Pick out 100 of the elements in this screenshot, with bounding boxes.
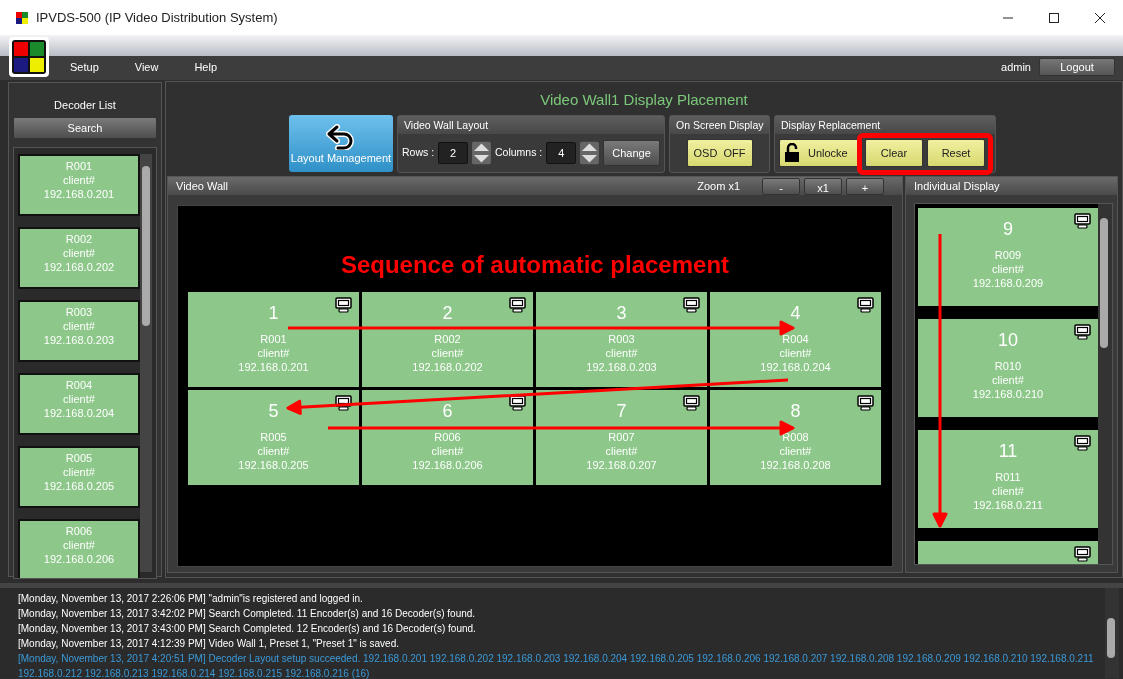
- display-cell[interactable]: 11 R011 client# 192.168.0.211: [918, 430, 1098, 528]
- undo-icon: [326, 124, 356, 151]
- osd-button[interactable]: OSD OFF: [686, 139, 753, 167]
- display-label: client#: [256, 346, 291, 360]
- menu-item[interactable]: Help: [194, 58, 218, 76]
- monitor-icon: [335, 297, 352, 313]
- app-icon: [16, 11, 28, 24]
- menu-item[interactable]: Setup: [70, 58, 99, 76]
- change-button[interactable]: Change: [603, 140, 660, 166]
- monitor-icon: [1074, 324, 1091, 340]
- scrollbar[interactable]: [1105, 588, 1119, 678]
- decoder-name: R004: [64, 378, 94, 392]
- display-address: 192.168.0.210: [971, 387, 1045, 401]
- display-name: R011: [994, 470, 1022, 484]
- display-number: 5: [268, 400, 279, 422]
- logout-button[interactable]: Logout: [1039, 58, 1115, 76]
- field-label: Columns :: [495, 145, 543, 161]
- display-name: R010: [993, 359, 1023, 373]
- decoder-label: client#: [62, 246, 96, 260]
- display-label: client#: [778, 346, 813, 360]
- display-number: 6: [442, 400, 453, 422]
- decoder-name: R003: [64, 305, 94, 319]
- decoder-label: client#: [62, 538, 96, 552]
- zoom-button[interactable]: +: [846, 177, 884, 195]
- display-number: 3: [616, 302, 627, 324]
- monitor-icon: [1074, 435, 1091, 451]
- display-cell[interactable]: 4 R004 client# 192.168.0.204: [710, 292, 881, 387]
- zoom-button[interactable]: -: [762, 177, 800, 195]
- display-address: 192.168.0.201: [237, 360, 310, 374]
- display-label: client#: [991, 484, 1025, 498]
- zoom-button[interactable]: x1: [804, 177, 842, 195]
- menu-item[interactable]: View: [134, 58, 159, 76]
- layout-management-button[interactable]: Layout Management: [289, 115, 393, 172]
- panel-title: Video Wall: [176, 179, 228, 194]
- log-line: [Monday, November 13, 2017 2:26:06 PM] "admin"is registered and logged in.: [18, 592, 364, 606]
- display-address: 192.168.0.203: [585, 360, 658, 374]
- display-address: 192.168.0.208: [759, 458, 832, 472]
- display-number: 1: [268, 302, 279, 324]
- annotation-text: Sequence of automatic placement: [339, 250, 731, 280]
- logo-icon: [9, 37, 49, 77]
- search-button[interactable]: Search: [13, 117, 157, 139]
- spinner-icon[interactable]: [580, 141, 600, 165]
- decoder-item[interactable]: R002 client# 192.168.0.202: [18, 227, 140, 289]
- display-number: 8: [790, 400, 801, 422]
- close-icon: [1094, 12, 1106, 25]
- display-cell[interactable]: 1 R001 client# 192.168.0.201: [188, 292, 359, 387]
- display-address: 192.168.0.202: [411, 360, 484, 374]
- spinner-icon[interactable]: [472, 141, 491, 165]
- decoder-address: 192.168.0.203: [42, 333, 116, 347]
- display-cell[interactable]: 8 R008 client# 192.168.0.208: [710, 390, 881, 485]
- decoder-item[interactable]: R003 client# 192.168.0.203: [18, 300, 140, 362]
- display-number: 11: [998, 440, 1018, 462]
- log-line: [Monday, November 13, 2017 4:20:51 PM] Decoder Layout setup succeeded. 192.168.0.201 192.168.0.202 192.168.0.203 192.168.0.204 192.168.0.205 192.168.0.206 192.168.0.207 192.168.0.208 192.168.0.209 192.168.0.210 192.168.0.211 192.168.0.212 192.168.0.213 192.168.0.214 192.168.0.215 192.168.0.216 (16): [18, 652, 1095, 679]
- monitor-icon: [857, 297, 874, 313]
- log-line: [Monday, November 13, 2017 4:12:39 PM] Video Wall 1, Preset 1, "Preset 1" is saved.: [18, 637, 400, 651]
- decoder-name: R001: [64, 159, 94, 173]
- decoder-item[interactable]: R001 client# 192.168.0.201: [18, 154, 140, 216]
- decoder-label: client#: [62, 319, 96, 333]
- display-cell[interactable]: 3 R003 client# 192.168.0.203: [536, 292, 707, 387]
- display-cell[interactable]: 5 R005 client# 192.168.0.205: [188, 390, 359, 485]
- display-address: 192.168.0.205: [237, 458, 310, 472]
- decoder-address: 192.168.0.206: [42, 552, 116, 566]
- display-cell[interactable]: 10 R010 client# 192.168.0.210: [918, 319, 1098, 417]
- display-label: client#: [256, 444, 291, 458]
- scrollbar[interactable]: [1098, 204, 1112, 564]
- window-title: IPVDS-500 (IP Video Distribution System): [36, 8, 278, 27]
- display-cell[interactable]: 6 R006 client# 192.168.0.206: [362, 390, 533, 485]
- group-title: On Screen Display: [670, 116, 769, 134]
- display-label: client#: [430, 444, 465, 458]
- display-label: client#: [778, 444, 813, 458]
- reset-button[interactable]: Reset: [927, 139, 985, 167]
- display-cell[interactable]: 2 R002 client# 192.168.0.202: [362, 292, 533, 387]
- display-address: 192.168.0.204: [759, 360, 832, 374]
- clear-button[interactable]: Clear: [865, 139, 923, 167]
- decoder-item[interactable]: R006 client# 192.168.0.206: [18, 519, 140, 578]
- decoder-address: 192.168.0.205: [42, 479, 116, 493]
- display-number: 4: [790, 302, 801, 324]
- decoder-item[interactable]: R004 client# 192.168.0.204: [18, 373, 140, 435]
- display-number: 2: [442, 302, 453, 324]
- log-line: [Monday, November 13, 2017 3:43:00 PM] Search Completed. 12 Encoder(s) and 16 Decoder(s) found.: [18, 622, 477, 636]
- display-name: R002: [433, 332, 462, 346]
- padlock-icon: [784, 143, 800, 163]
- monitor-icon: [857, 395, 874, 411]
- decoder-name: R002: [64, 232, 94, 246]
- display-cell[interactable]: 7 R007 client# 192.168.0.207: [536, 390, 707, 485]
- display-label: client#: [991, 373, 1025, 387]
- rows-field[interactable]: 2: [438, 142, 469, 164]
- decoder-label: client#: [62, 392, 96, 406]
- page-title: Video Wall1 Display Placement: [540, 91, 748, 108]
- decoder-item[interactable]: R005 client# 192.168.0.205: [18, 446, 140, 508]
- display-cell[interactable]: 9 R009 client# 192.168.0.209: [918, 208, 1098, 306]
- columns-field[interactable]: 4: [546, 142, 577, 164]
- decoder-name: R006: [64, 524, 94, 538]
- display-number: 10: [998, 329, 1018, 351]
- display-name: R008: [781, 430, 810, 444]
- decoder-label: client#: [62, 465, 96, 479]
- display-name: R004: [781, 332, 810, 346]
- group-title: Display Replacement: [775, 116, 995, 134]
- display-label: client#: [604, 444, 639, 458]
- scrollbar[interactable]: [140, 154, 152, 572]
